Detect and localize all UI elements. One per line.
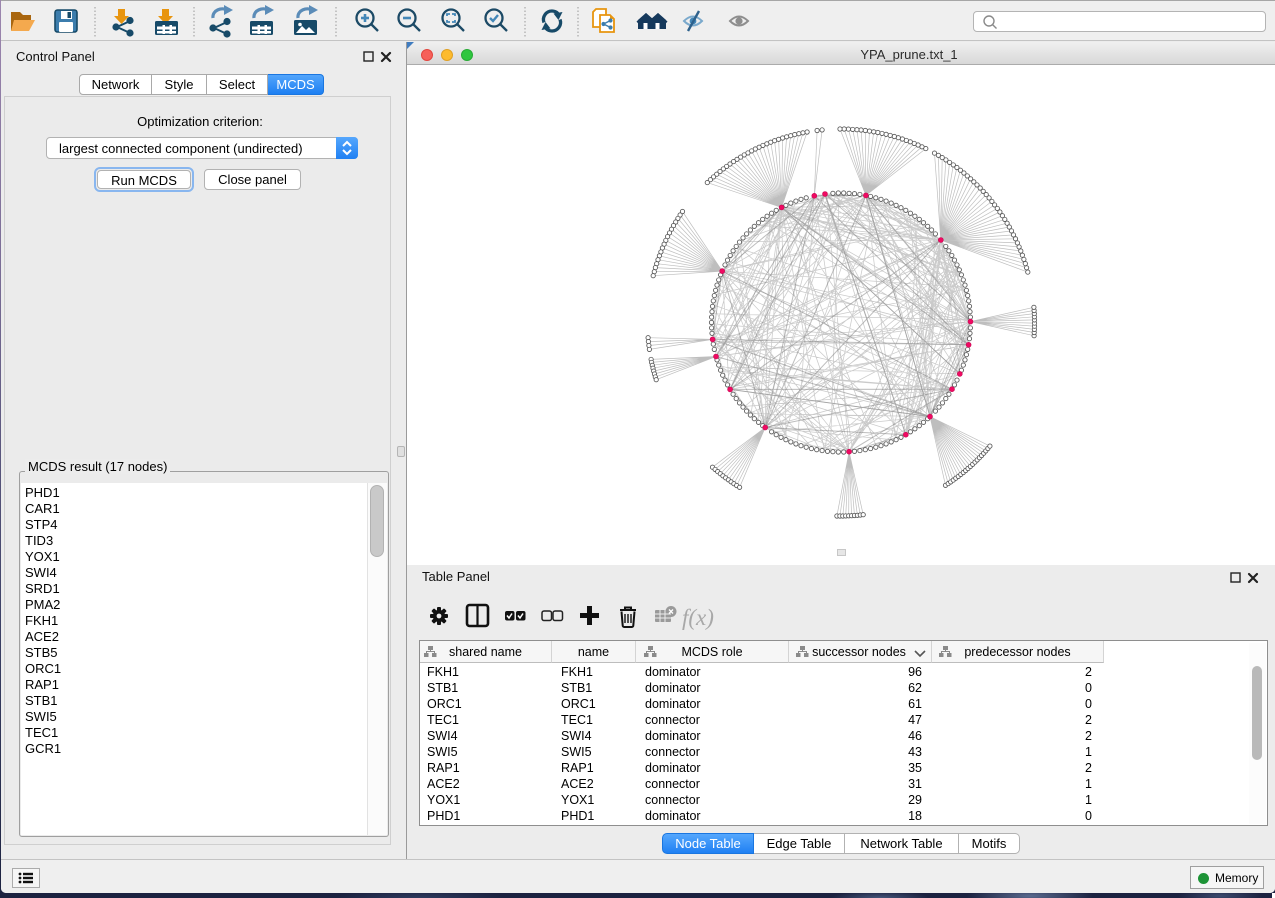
svg-text:f(x): f(x)	[682, 605, 714, 630]
